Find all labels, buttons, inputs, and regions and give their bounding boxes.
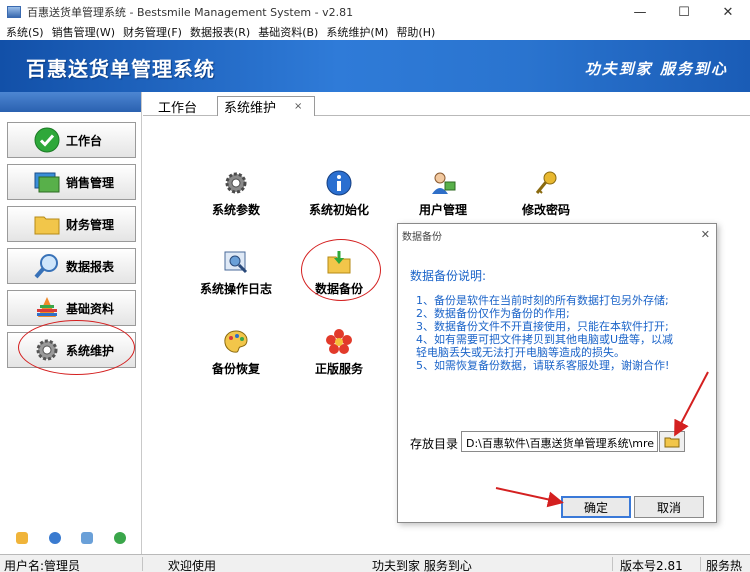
menu-sales[interactable]: 销售管理(W) bbox=[52, 24, 115, 40]
log-icon bbox=[222, 248, 250, 276]
sidebar: 工作台 销售管理 财务管理 数据报表 基础资料 系统维护 bbox=[0, 92, 142, 554]
status-divider bbox=[142, 557, 143, 571]
sidebar-item-label: 数据报表 bbox=[66, 259, 115, 274]
instruction-line: 轻电脑丢失或无法打开电脑等造成的损失。 bbox=[416, 346, 625, 359]
path-input[interactable]: D:\百惠软件\百惠送货单管理系统\mre bbox=[461, 431, 658, 452]
sidebar-item-finance[interactable]: 财务管理 bbox=[7, 206, 136, 242]
sidebar-item-workbench[interactable]: 工作台 bbox=[7, 122, 136, 158]
function-system-init[interactable]: 系统初始化 bbox=[294, 169, 384, 218]
status-bar: 用户名:管理员 欢迎使用 功夫到家 服务到心 版本号2.81 服务热 bbox=[0, 554, 750, 572]
key-icon bbox=[532, 169, 560, 197]
status-user: 用户名:管理员 bbox=[4, 559, 81, 572]
menu-finance[interactable]: 财务管理(F) bbox=[123, 24, 182, 40]
highlight-oval bbox=[301, 239, 381, 301]
instruction-line: 2、数据备份仅作为备份的作用; bbox=[416, 307, 570, 320]
instruction-line: 1、备份是软件在当前时刻的所有数据打包另外存储; bbox=[416, 294, 669, 307]
function-operation-log[interactable]: 系统操作日志 bbox=[191, 248, 281, 297]
function-label: 系统操作日志 bbox=[199, 282, 272, 296]
status-welcome: 欢迎使用 bbox=[168, 559, 217, 572]
status-divider bbox=[612, 557, 613, 571]
dialog-heading: 数据备份说明: bbox=[410, 269, 487, 283]
dialog-instructions: 1、备份是软件在当前时刻的所有数据打包另外存储; 2、数据备份仅作为备份的作用;… bbox=[416, 294, 711, 372]
function-label: 系统参数 bbox=[211, 203, 260, 217]
tab-close-icon[interactable]: × bbox=[294, 101, 302, 112]
sidebar-footer bbox=[0, 532, 142, 544]
function-label: 修改密码 bbox=[521, 203, 570, 217]
app-banner: 百惠送货单管理系统 功夫到家 服务到心 bbox=[0, 40, 750, 92]
sidebar-item-label: 工作台 bbox=[66, 133, 103, 148]
cancel-button[interactable]: 取消 bbox=[634, 496, 704, 518]
function-system-params[interactable]: 系统参数 bbox=[191, 169, 281, 218]
instruction-line: 3、数据备份文件不开直接使用，只能在本软件打开; bbox=[416, 320, 669, 333]
backup-dialog: 数据备份 ✕ 数据备份说明: 1、备份是软件在当前时刻的所有数据打包另外存储; … bbox=[397, 223, 717, 523]
sidebar-item-label: 基础资料 bbox=[66, 301, 115, 316]
menu-system[interactable]: 系统(S) bbox=[6, 24, 44, 40]
banner-title: 百惠送货单管理系统 bbox=[26, 57, 215, 81]
tab-maintenance[interactable]: 系统维护 × bbox=[217, 96, 315, 116]
sidebar-item-label: 销售管理 bbox=[66, 175, 115, 190]
folder-icon bbox=[664, 437, 680, 447]
title-bar: 百惠送货单管理系统 - Bestsmile Management System … bbox=[0, 0, 750, 24]
function-label: 正版服务 bbox=[314, 362, 363, 376]
window-title: 百惠送货单管理系统 - Bestsmile Management System … bbox=[27, 6, 354, 19]
dialog-close-icon[interactable]: ✕ bbox=[701, 228, 710, 241]
menu-help[interactable]: 帮助(H) bbox=[396, 24, 435, 40]
function-change-password[interactable]: 修改密码 bbox=[501, 169, 591, 218]
folder-icon bbox=[34, 211, 60, 237]
stack-icon bbox=[34, 295, 60, 321]
app-icon bbox=[7, 6, 21, 18]
tab-workbench[interactable]: 工作台 bbox=[158, 96, 197, 116]
banner-slogan: 功夫到家 服务到心 bbox=[584, 60, 728, 78]
function-backup-restore[interactable]: 备份恢复 bbox=[191, 328, 281, 377]
ok-button[interactable]: 确定 bbox=[561, 496, 631, 518]
tab-bar: 工作台 系统维护 × bbox=[143, 92, 750, 116]
status-version: 版本号2.81 bbox=[620, 559, 683, 572]
dialog-title: 数据备份 bbox=[402, 231, 442, 243]
menu-bar: 系统(S) 销售管理(W) 财务管理(F) 数据报表(R) 基础资料(B) 系统… bbox=[0, 24, 750, 40]
check-circle-icon bbox=[34, 127, 60, 153]
function-label: 用户管理 bbox=[418, 203, 467, 217]
function-label: 备份恢复 bbox=[211, 362, 260, 376]
function-genuine-service[interactable]: 正版服务 bbox=[294, 328, 384, 377]
edit-icon[interactable] bbox=[16, 532, 29, 544]
highlight-oval bbox=[18, 320, 135, 375]
instruction-line: 5、如需恢复备份数据，请联系客服处理，谢谢合作! bbox=[416, 359, 670, 372]
window-icon[interactable] bbox=[81, 532, 94, 544]
gear-icon bbox=[222, 169, 250, 197]
status-slogan: 功夫到家 服务到心 bbox=[372, 559, 472, 572]
browse-folder-button[interactable] bbox=[659, 431, 685, 452]
sidebar-item-label: 财务管理 bbox=[66, 217, 115, 232]
minimize-button[interactable]: — bbox=[618, 0, 662, 24]
monitor-icon bbox=[34, 169, 60, 195]
instruction-line: 4、如有需要可把文件拷贝到其他电脑或U盘等，以减 bbox=[416, 333, 674, 346]
flower-icon bbox=[325, 328, 353, 356]
menu-reports[interactable]: 数据报表(R) bbox=[190, 24, 250, 40]
refresh-icon[interactable] bbox=[113, 532, 126, 544]
close-button[interactable]: ✕ bbox=[706, 0, 750, 24]
maximize-button[interactable]: ☐ bbox=[662, 0, 706, 24]
menu-basic-data[interactable]: 基础资料(B) bbox=[258, 24, 318, 40]
function-user-management[interactable]: 用户管理 bbox=[398, 169, 488, 218]
info-icon bbox=[325, 169, 353, 197]
palette-icon bbox=[222, 328, 250, 356]
status-divider bbox=[700, 557, 701, 571]
tab-label: 系统维护 bbox=[224, 101, 277, 116]
function-label: 系统初始化 bbox=[308, 203, 369, 217]
sidebar-item-reports[interactable]: 数据报表 bbox=[7, 248, 136, 284]
menu-maintenance[interactable]: 系统维护(M) bbox=[326, 24, 388, 40]
path-label: 存放目录 bbox=[410, 437, 459, 451]
clock-icon[interactable] bbox=[48, 532, 61, 544]
sidebar-item-sales[interactable]: 销售管理 bbox=[7, 164, 136, 200]
status-service: 服务热 bbox=[706, 559, 743, 572]
sidebar-header bbox=[0, 92, 141, 112]
magnifier-icon bbox=[34, 253, 60, 279]
user-icon bbox=[429, 169, 457, 197]
